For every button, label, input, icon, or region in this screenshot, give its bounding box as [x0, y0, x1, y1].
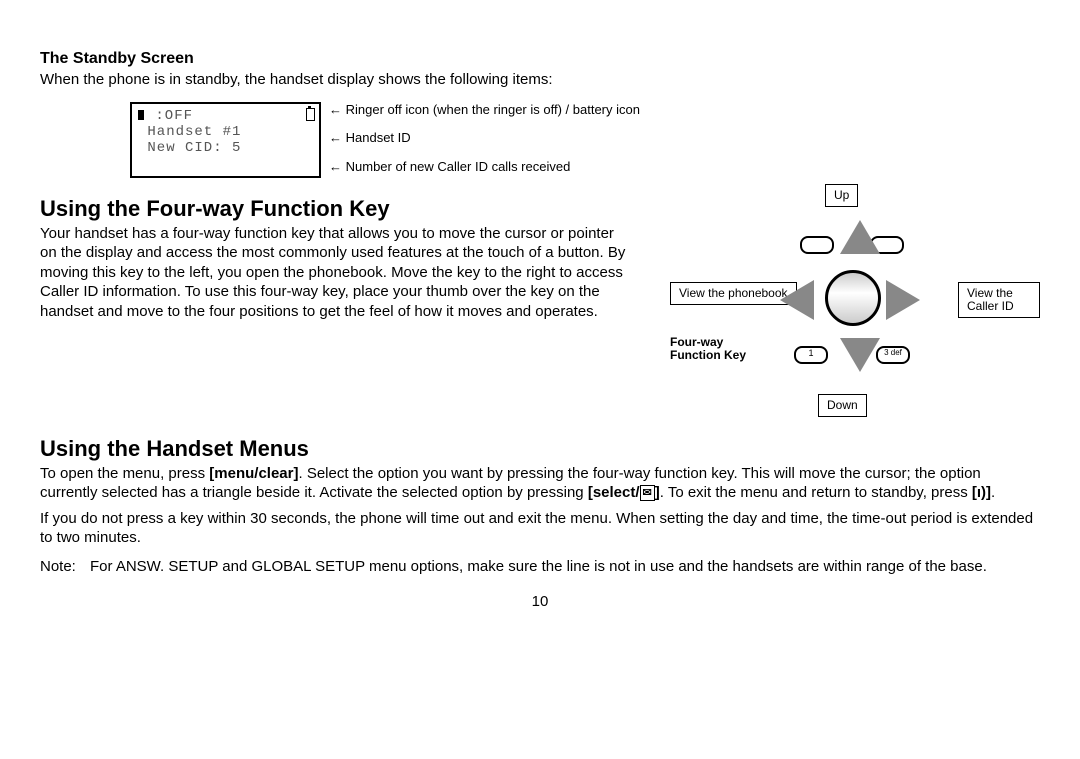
- arrow-left-icon: [780, 280, 814, 320]
- label-down: Down: [818, 394, 867, 417]
- note-body: For ANSW. SETUP and GLOBAL SETUP menu op…: [90, 558, 1040, 575]
- menu-clear-label: [menu/clear]: [209, 465, 298, 482]
- dial-icon: [825, 270, 881, 326]
- menus-section: Using the Handset Menus To open the menu…: [40, 436, 1040, 575]
- page-number: 10: [40, 593, 1040, 610]
- label-view-callerid: View the Caller ID: [958, 282, 1040, 318]
- label-function-key: Four-way Function Key: [670, 336, 760, 362]
- fourway-body: Your handset has a four-way function key…: [40, 224, 630, 322]
- bell-icon: [138, 110, 144, 120]
- end-call-icon: ı): [977, 484, 986, 501]
- standby-diagram: :OFF Handset #1 New CID: 5 Ringer off ic…: [130, 102, 1040, 178]
- battery-icon: [306, 108, 315, 121]
- arrow-right-icon: [886, 280, 920, 320]
- menus-p1: To open the menu, press [menu/clear]. Se…: [40, 464, 1040, 503]
- arrow-up-icon: [840, 220, 880, 254]
- lcd-line-3: New CID: 5: [138, 140, 313, 156]
- key-1: 1: [794, 346, 828, 364]
- fourway-section: Using the Four-way Function Key Your han…: [40, 178, 1040, 418]
- fourway-diagram: Up View the phonebook View the Caller ID…: [650, 178, 1040, 418]
- standby-intro: When the phone is in standby, the handse…: [40, 70, 1040, 90]
- p1-part-f: . To exit the menu and return to standby…: [660, 484, 972, 501]
- annotation-ringer: Ringer off icon (when the ringer is off)…: [329, 102, 640, 117]
- p1-part-i: .: [991, 484, 995, 501]
- key-3: 3 def: [876, 346, 910, 364]
- label-up: Up: [825, 184, 858, 207]
- menus-note: Note: For ANSW. SETUP and GLOBAL SETUP m…: [40, 558, 1040, 575]
- annotation-handset-id: Handset ID: [329, 130, 640, 145]
- select-label-open: [select/: [588, 484, 640, 501]
- lcd-screen: :OFF Handset #1 New CID: 5: [130, 102, 321, 178]
- note-label: Note:: [40, 558, 90, 575]
- envelope-icon: ✉: [640, 485, 655, 501]
- standby-title: The Standby Screen: [40, 50, 1040, 68]
- p1-part-a: To open the menu, press: [40, 465, 209, 482]
- fourway-title: Using the Four-way Function Key: [40, 196, 630, 222]
- lcd-annotations: Ringer off icon (when the ringer is off)…: [329, 102, 640, 174]
- lcd-line-1: :OFF: [146, 108, 193, 124]
- annotation-new-cid: Number of new Caller ID calls received: [329, 159, 640, 174]
- menus-title: Using the Handset Menus: [40, 436, 1040, 462]
- keypad-illustration: 1 3 def: [770, 226, 930, 366]
- standby-section: The Standby Screen When the phone is in …: [40, 50, 1040, 178]
- clear-button-icon: [800, 236, 834, 254]
- arrow-down-icon: [840, 338, 880, 372]
- lcd-line-2: Handset #1: [138, 124, 313, 140]
- menus-p2: If you do not press a key within 30 seco…: [40, 509, 1040, 548]
